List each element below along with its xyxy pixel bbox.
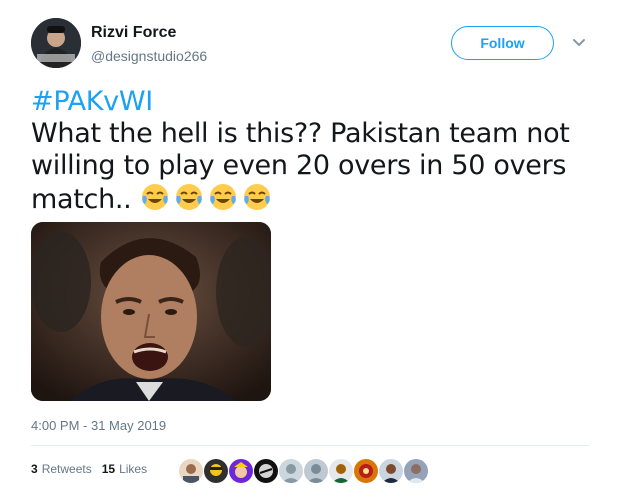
avatar-image — [31, 18, 81, 68]
liker-avatars — [178, 457, 429, 485]
liker-avatar[interactable] — [378, 458, 404, 484]
photo-image — [31, 222, 271, 401]
liker-avatar[interactable] — [403, 458, 429, 484]
liker-avatar[interactable] — [203, 458, 229, 484]
retweets-label: Retweets — [41, 462, 92, 476]
tears-of-joy-emoji-icon — [242, 182, 272, 212]
liker-avatar[interactable] — [178, 458, 204, 484]
author-handle[interactable]: @designstudio266 — [91, 48, 207, 64]
likes-stat[interactable]: 15 Likes — [102, 462, 147, 476]
author-avatar[interactable] — [31, 18, 81, 68]
likes-label: Likes — [119, 462, 148, 476]
follow-button[interactable]: Follow — [451, 26, 554, 60]
liker-avatar[interactable] — [278, 458, 304, 484]
liker-avatar[interactable] — [353, 458, 379, 484]
liker-avatar[interactable] — [328, 458, 354, 484]
retweets-stat[interactable]: 3 Retweets — [31, 462, 92, 476]
tears-of-joy-emoji-icon — [174, 182, 204, 212]
liker-avatar[interactable] — [253, 458, 279, 484]
likes-count: 15 — [101, 462, 116, 476]
tweet-stats: 3 Retweets 15 Likes — [31, 462, 157, 476]
tears-of-joy-emoji-icon — [140, 182, 170, 212]
tweet-text: #PAKvWI What the hell is this?? Pakistan… — [31, 86, 601, 220]
retweets-count: 3 — [31, 462, 38, 476]
liker-avatar[interactable] — [303, 458, 329, 484]
tears-of-joy-emoji-icon — [208, 182, 238, 212]
tweet-body: What the hell is this?? Pakistan team no… — [31, 118, 570, 215]
chevron-down-icon[interactable] — [571, 34, 587, 50]
tweet-timestamp[interactable]: 4:00 PM - 31 May 2019 — [31, 418, 166, 433]
liker-avatar[interactable] — [228, 458, 254, 484]
tweet-photo[interactable] — [31, 222, 271, 401]
emoji-row — [140, 182, 276, 220]
author-name[interactable]: Rizvi Force — [91, 24, 176, 42]
divider — [31, 445, 589, 446]
hashtag-link[interactable]: #PAKvWI — [31, 86, 601, 118]
